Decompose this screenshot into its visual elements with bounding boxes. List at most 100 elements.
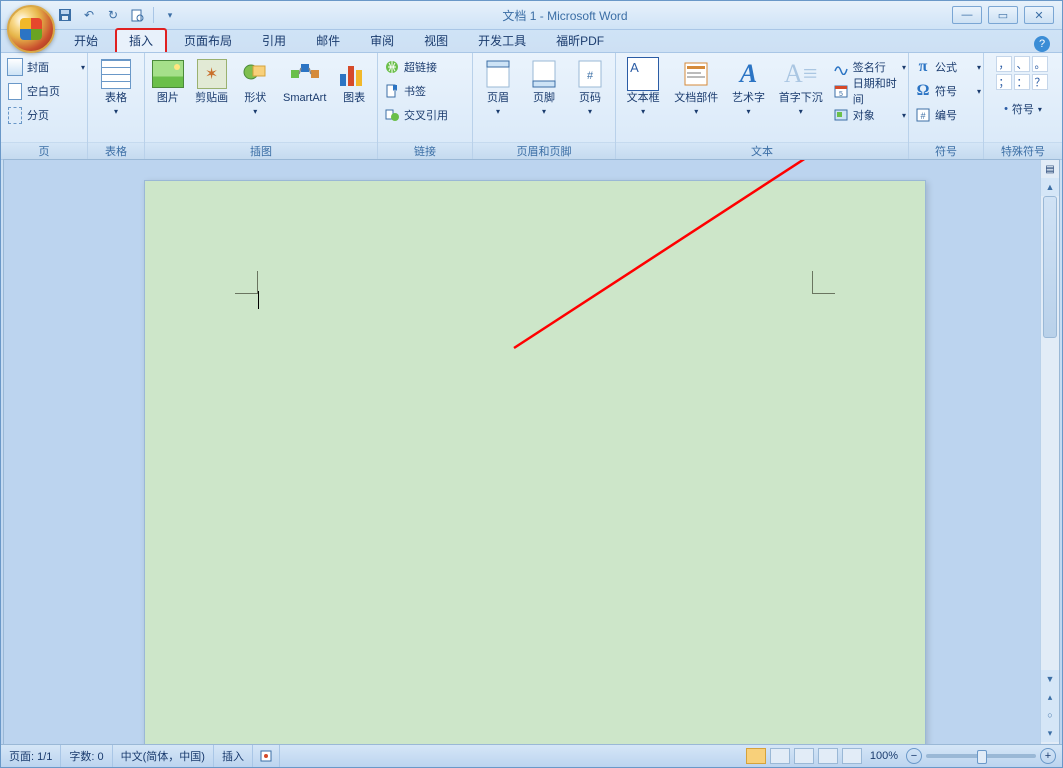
close-button[interactable]: ✕	[1024, 6, 1054, 24]
next-page-icon[interactable]: ▾	[1041, 724, 1059, 742]
hyperlink-button[interactable]: 超链接	[382, 56, 472, 78]
status-page[interactable]: 页面: 1/1	[1, 745, 61, 767]
minimize-button[interactable]: —	[952, 6, 982, 24]
print-preview-icon[interactable]	[129, 7, 145, 23]
number-button[interactable]: # 编号	[913, 104, 983, 126]
tab-mailings[interactable]: 邮件	[303, 29, 353, 52]
header-button[interactable]: 页眉▾	[477, 56, 519, 118]
shapes-label: 形状	[244, 92, 266, 104]
zoom-level[interactable]: 100%	[870, 750, 898, 762]
view-full-screen-icon[interactable]	[770, 748, 790, 764]
spc-char-0[interactable]: ，	[996, 56, 1012, 72]
tab-view[interactable]: 视图	[411, 29, 461, 52]
view-draft-icon[interactable]	[842, 748, 862, 764]
bookmark-button[interactable]: 书签	[382, 80, 472, 102]
scroll-up-icon[interactable]: ▲	[1041, 178, 1059, 196]
ribbon: 封面 ▾ 空白页 分页 页	[1, 52, 1062, 160]
equation-button[interactable]: π 公式 ▾	[913, 56, 983, 78]
tab-home[interactable]: 开始	[61, 29, 111, 52]
page-break-button[interactable]: 分页	[5, 104, 87, 126]
footer-button[interactable]: 页脚▾	[523, 56, 565, 118]
cover-page-button[interactable]: 封面 ▾	[5, 56, 87, 78]
view-print-layout-icon[interactable]	[746, 748, 766, 764]
office-button[interactable]	[7, 5, 55, 53]
tab-page-layout[interactable]: 页面布局	[171, 29, 245, 52]
symbol-button[interactable]: Ω 符号 ▾	[913, 80, 983, 102]
table-button[interactable]: 表格▾	[93, 56, 139, 118]
zoom-slider-knob[interactable]	[977, 750, 987, 764]
page-number-button[interactable]: # 页码▾	[569, 56, 611, 118]
tab-review[interactable]: 审阅	[357, 29, 407, 52]
spc-char-2[interactable]: 。	[1032, 56, 1048, 72]
shapes-button[interactable]: 形状▾	[236, 56, 274, 118]
scroll-thumb[interactable]	[1043, 196, 1057, 338]
picture-button[interactable]: 图片	[149, 56, 187, 105]
blank-page-icon	[7, 83, 23, 99]
textbox-label: 文本框	[627, 92, 660, 104]
number-label: 编号	[935, 107, 957, 123]
textbox-icon: A	[627, 58, 659, 90]
prev-page-icon[interactable]: ▴	[1041, 688, 1059, 706]
zoom-slider[interactable]	[926, 754, 1036, 758]
status-words[interactable]: 字数: 0	[61, 745, 112, 767]
qat-customize-icon[interactable]: ▾	[162, 7, 178, 23]
group-pages: 封面 ▾ 空白页 分页 页	[1, 53, 88, 159]
help-icon[interactable]: ?	[1034, 36, 1050, 52]
table-icon	[100, 58, 132, 90]
spc-char-4[interactable]: ：	[1014, 74, 1030, 90]
page-break-icon	[7, 107, 23, 123]
footer-label: 页脚	[533, 92, 555, 104]
document-page[interactable]	[144, 180, 926, 768]
spc-char-5[interactable]: ？	[1032, 74, 1048, 90]
app-window: ↶ ↻ ▾ 文档 1 - Microsoft Word — ▭ ✕ 开始 插入 …	[0, 0, 1063, 768]
scroll-down-icon[interactable]: ▼	[1041, 670, 1059, 688]
tab-foxit[interactable]: 福昕PDF	[543, 29, 617, 52]
spc-char-3[interactable]: ；	[996, 74, 1012, 90]
vertical-scrollbar[interactable]: ▤ ▲ ▼ ▴ ○ ▾	[1040, 160, 1059, 744]
quickparts-label: 文档部件	[674, 92, 718, 104]
group-illustrations: 图片 ✶ 剪贴画 形状▾ SmartArt	[145, 53, 378, 159]
status-macro-icon[interactable]	[253, 745, 280, 767]
status-language[interactable]: 中文(简体，中国)	[113, 745, 214, 767]
svg-text:#: #	[920, 111, 925, 121]
browse-object-icon[interactable]: ○	[1041, 706, 1059, 724]
datetime-button[interactable]: 5 日期和时间	[831, 80, 908, 102]
textbox-button[interactable]: A 文本框▾	[620, 56, 666, 118]
wordart-button[interactable]: A 艺术字▾	[726, 56, 770, 118]
special-symbol-label: 符号	[1012, 101, 1034, 117]
save-icon[interactable]	[57, 7, 73, 23]
object-button[interactable]: 对象 ▾	[831, 104, 908, 126]
zoom-in-button[interactable]: +	[1040, 748, 1056, 764]
redo-icon[interactable]: ↻	[105, 7, 121, 23]
group-links-label: 链接	[378, 142, 472, 159]
shapes-icon	[239, 58, 271, 90]
symbol-label: 符号	[935, 83, 957, 99]
tab-insert[interactable]: 插入	[115, 28, 167, 52]
view-outline-icon[interactable]	[818, 748, 838, 764]
spc-char-1[interactable]: 、	[1014, 56, 1030, 72]
chart-label: 图表	[343, 92, 365, 105]
zoom-out-button[interactable]: −	[906, 748, 922, 764]
special-symbol-button[interactable]: • 符号 ▾	[986, 98, 1060, 120]
maximize-button[interactable]: ▭	[988, 6, 1018, 24]
status-insert-mode[interactable]: 插入	[214, 745, 253, 767]
dropcap-button[interactable]: A≡ 首字下沉▾	[775, 56, 827, 118]
group-links: 超链接 书签 交叉引用 链接	[378, 53, 473, 159]
smartart-button[interactable]: SmartArt	[278, 56, 331, 105]
page-number-label: 页码	[579, 92, 601, 104]
special-chars-grid[interactable]: ， 、 。 ； ： ？	[996, 56, 1050, 90]
view-web-layout-icon[interactable]	[794, 748, 814, 764]
crossref-button[interactable]: 交叉引用	[382, 104, 472, 126]
wordart-icon: A	[733, 58, 765, 90]
chart-button[interactable]: 图表	[335, 56, 373, 105]
ruler-toggle-icon[interactable]: ▤	[1041, 160, 1059, 179]
document-area: ▤ ▲ ▼ ▴ ○ ▾	[3, 159, 1060, 745]
object-label: 对象	[853, 107, 875, 123]
equation-label: 公式	[935, 59, 957, 75]
undo-icon[interactable]: ↶	[81, 7, 97, 23]
blank-page-button[interactable]: 空白页	[5, 80, 87, 102]
clipart-button[interactable]: ✶ 剪贴画	[191, 56, 233, 105]
tab-references[interactable]: 引用	[249, 29, 299, 52]
quickparts-button[interactable]: 文档部件▾	[670, 56, 722, 118]
tab-developer[interactable]: 开发工具	[465, 29, 539, 52]
